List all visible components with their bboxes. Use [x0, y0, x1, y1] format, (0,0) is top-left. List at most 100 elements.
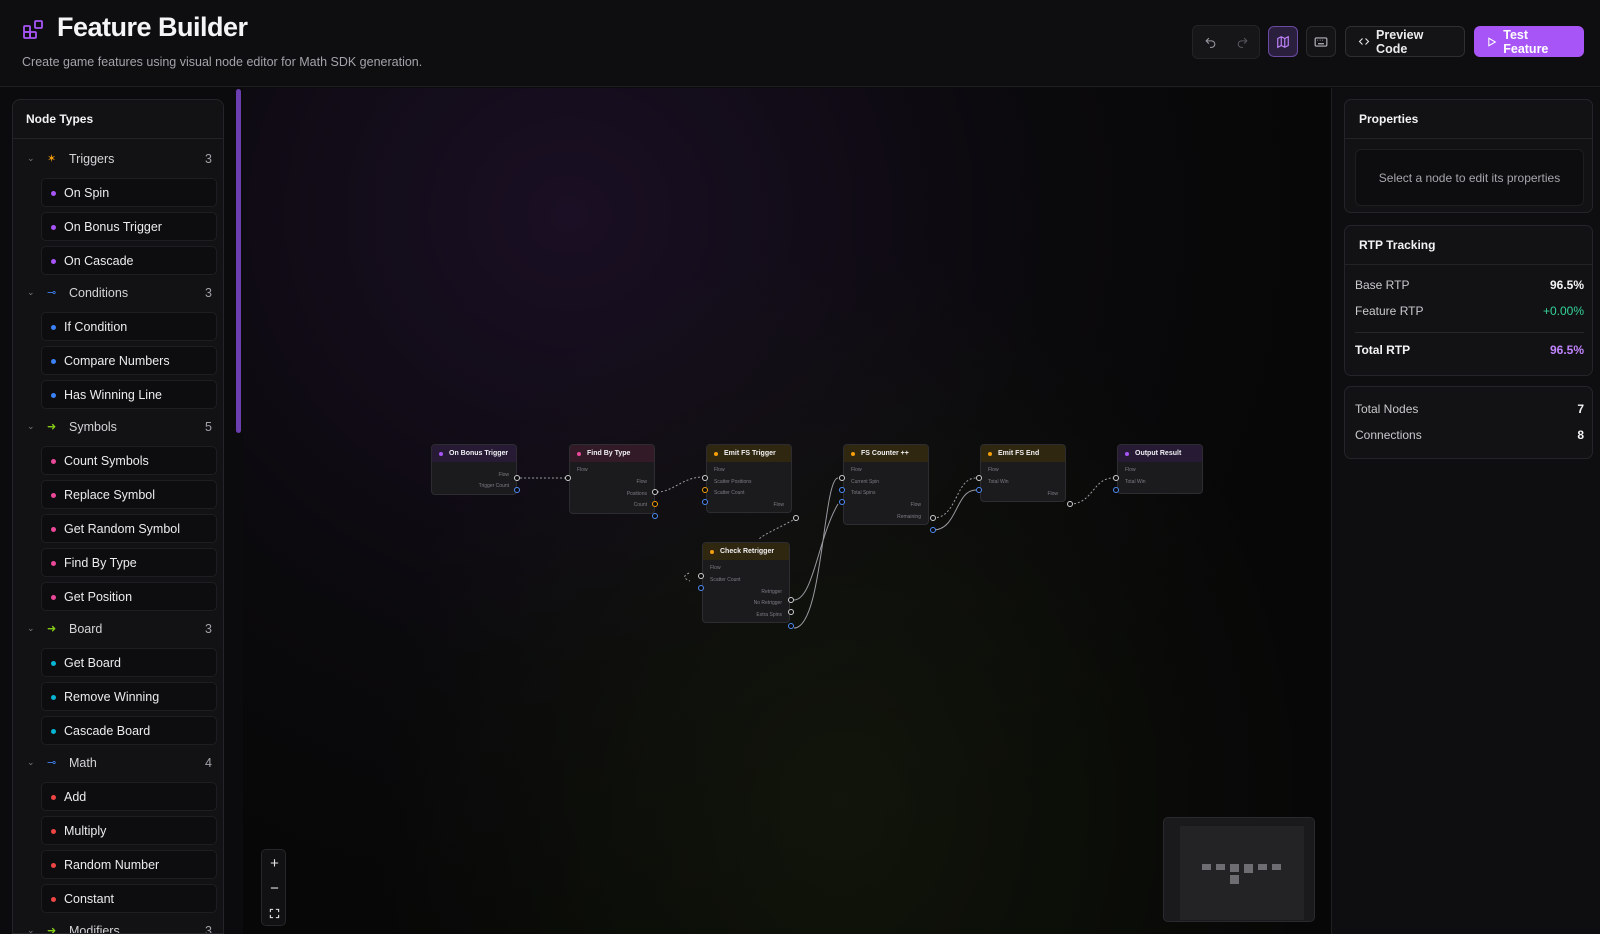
category-math[interactable]: ⌄ ⊸ Math 4: [13, 754, 223, 776]
input-port[interactable]: [702, 487, 708, 493]
category-count: 3: [205, 924, 212, 934]
node-item-find-by-type[interactable]: Find By Type: [41, 548, 217, 577]
port-label: Flow: [498, 472, 509, 478]
input-port[interactable]: [976, 475, 982, 481]
divider: [1345, 138, 1592, 139]
node-fs-counter[interactable]: FS Counter ++ Flow Current Spin Total Sp…: [843, 444, 929, 525]
node-item-remove-winning[interactable]: Remove Winning: [41, 682, 217, 711]
output-port[interactable]: [788, 623, 794, 629]
input-port[interactable]: [1113, 475, 1119, 481]
node-color-dot: [51, 393, 56, 398]
category-conditions[interactable]: ⌄ ⊸ Conditions 3: [13, 284, 223, 306]
node-item-add[interactable]: Add: [41, 782, 217, 811]
port-label: Scatter Count: [714, 490, 745, 496]
output-port[interactable]: [788, 609, 794, 615]
node-item-label: On Spin: [64, 186, 110, 200]
test-feature-button[interactable]: Test Feature: [1474, 26, 1584, 57]
fit-view-button[interactable]: [262, 901, 287, 925]
minimap-node: [1230, 875, 1239, 884]
minimap-viewport: [1180, 826, 1304, 920]
category-board[interactable]: ⌄ ➜ Board 3: [13, 620, 223, 642]
keyboard-shortcuts-button[interactable]: [1306, 26, 1336, 57]
total-nodes-row: Total Nodes 7: [1355, 402, 1584, 416]
minimap-node: [1244, 864, 1253, 873]
output-port[interactable]: [930, 527, 936, 533]
output-port[interactable]: [930, 515, 936, 521]
category-label: Board: [69, 622, 103, 636]
chevron-down-icon: ⌄: [27, 421, 35, 431]
node-item-cascade-board[interactable]: Cascade Board: [41, 716, 217, 745]
minimap[interactable]: [1163, 817, 1315, 922]
node-item-compare-numbers[interactable]: Compare Numbers: [41, 346, 217, 375]
preview-code-button[interactable]: Preview Code: [1345, 26, 1465, 57]
minimap-toggle-button[interactable]: [1268, 26, 1298, 57]
category-triggers[interactable]: ⌄ ✶ Triggers 3: [13, 150, 223, 172]
node-item-label: Add: [64, 790, 87, 804]
category-symbols[interactable]: ⌄ ➜ Symbols 5: [13, 418, 223, 440]
output-port[interactable]: [514, 475, 520, 481]
node-item-if-condition[interactable]: If Condition: [41, 312, 217, 341]
node-item-on-cascade[interactable]: On Cascade: [41, 246, 217, 275]
node-item-replace-symbol[interactable]: Replace Symbol: [41, 480, 217, 509]
zoom-in-button[interactable]: +: [262, 851, 287, 875]
node-item-get-random-symbol[interactable]: Get Random Symbol: [41, 514, 217, 543]
minimap-node: [1272, 864, 1281, 870]
undo-button[interactable]: [1196, 29, 1224, 55]
node-item-get-position[interactable]: Get Position: [41, 582, 217, 611]
input-port[interactable]: [698, 585, 704, 591]
input-port[interactable]: [839, 475, 845, 481]
panel-resize-handle[interactable]: [236, 89, 241, 433]
node-title: Emit FS End: [998, 450, 1040, 457]
node-item-has-winning-line[interactable]: Has Winning Line: [41, 380, 217, 409]
category-count: 5: [205, 420, 212, 434]
port-label: Flow: [577, 467, 588, 473]
node-item-constant[interactable]: Constant: [41, 884, 217, 913]
input-port[interactable]: [1113, 487, 1119, 493]
port-label: Flow: [1047, 491, 1058, 497]
input-port[interactable]: [702, 475, 708, 481]
output-port[interactable]: [652, 501, 658, 507]
input-port[interactable]: [565, 475, 571, 481]
node-item-on-bonus-trigger[interactable]: On Bonus Trigger: [41, 212, 217, 241]
node-item-label: Compare Numbers: [64, 354, 170, 368]
category-modifiers[interactable]: ⌄ ➜ Modifiers 3: [13, 922, 223, 934]
input-port[interactable]: [839, 487, 845, 493]
port-label: Flow: [851, 467, 862, 473]
input-port[interactable]: [698, 573, 704, 579]
node-item-label: On Cascade: [64, 254, 134, 268]
modifier-icon: ➜: [47, 925, 57, 934]
output-port[interactable]: [514, 487, 520, 493]
node-item-count-symbols[interactable]: Count Symbols: [41, 446, 217, 475]
output-port[interactable]: [1067, 501, 1073, 507]
node-color-dot: [577, 452, 581, 456]
port-label: Flow: [636, 479, 647, 485]
output-port[interactable]: [652, 513, 658, 519]
output-port[interactable]: [652, 489, 658, 495]
node-item-on-spin[interactable]: On Spin: [41, 178, 217, 207]
input-port[interactable]: [976, 487, 982, 493]
output-port[interactable]: [788, 597, 794, 603]
node-on-bonus-trigger[interactable]: On Bonus Trigger Flow Trigger Count: [431, 444, 517, 495]
node-emit-fs-trigger[interactable]: Emit FS Trigger Flow Scatter Positions S…: [706, 444, 792, 513]
node-emit-fs-end[interactable]: Emit FS End Flow Total Win Flow: [980, 444, 1066, 502]
preview-code-label: Preview Code: [1376, 27, 1424, 56]
node-color-dot: [51, 595, 56, 600]
node-check-retrigger[interactable]: Check Retrigger Flow Scatter Count Retri…: [702, 542, 790, 623]
output-port[interactable]: [793, 515, 799, 521]
input-port[interactable]: [702, 499, 708, 505]
node-item-get-board[interactable]: Get Board: [41, 648, 217, 677]
zoom-out-button[interactable]: −: [262, 876, 287, 900]
symbol-icon: ➜: [47, 421, 57, 433]
input-port[interactable]: [839, 499, 845, 505]
category-count: 4: [205, 756, 212, 770]
node-color-dot: [51, 259, 56, 264]
node-item-multiply[interactable]: Multiply: [41, 816, 217, 845]
node-editor-canvas[interactable]: On Bonus Trigger Flow Trigger Count Find…: [243, 88, 1331, 934]
board-icon: ➜: [47, 623, 57, 635]
port-label: Flow: [988, 467, 999, 473]
node-find-by-type[interactable]: Find By Type Flow Flow Positions Count: [569, 444, 655, 514]
redo-button[interactable]: [1228, 29, 1256, 55]
node-item-random-number[interactable]: Random Number: [41, 850, 217, 879]
map-icon: [1277, 35, 1289, 48]
node-output-result[interactable]: Output Result Flow Total Win: [1117, 444, 1203, 494]
